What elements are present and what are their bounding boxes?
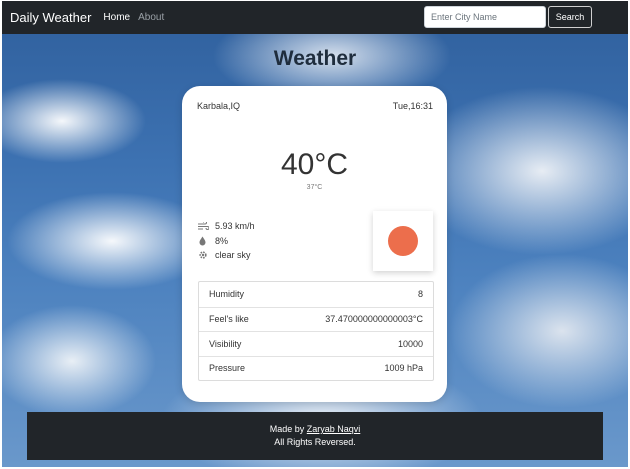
row-value: 8 bbox=[417, 289, 423, 300]
weather-stats: 5.93 km/h 8% clear sky bbox=[198, 219, 255, 263]
city-search-input[interactable] bbox=[424, 6, 546, 28]
wind-stat: 5.93 km/h bbox=[198, 219, 255, 234]
footer: Made by Zaryab Naqvi All Rights Reversed… bbox=[27, 412, 603, 460]
page-frame: Daily Weather Home About Search Weather … bbox=[2, 1, 628, 467]
navbar: Daily Weather Home About Search bbox=[2, 1, 628, 34]
row-label: Humidity bbox=[209, 289, 245, 300]
feels-like-short: 37°C bbox=[306, 184, 323, 191]
temperature-value: 40°C bbox=[280, 148, 349, 181]
search-button[interactable]: Search bbox=[548, 6, 592, 28]
table-row: Pressure 1009 hPa bbox=[199, 355, 433, 381]
humidity-stat: 8% bbox=[198, 234, 255, 249]
weather-description: clear sky bbox=[215, 250, 251, 261]
row-value: 1009 hPa bbox=[384, 363, 423, 374]
author-link[interactable]: Zaryab Naqvi bbox=[307, 424, 361, 434]
row-label: Visibility bbox=[209, 338, 242, 349]
table-row: Humidity 8 bbox=[199, 282, 433, 307]
nav-link-about[interactable]: About bbox=[138, 12, 164, 23]
row-value: 10000 bbox=[397, 338, 423, 349]
page-title: Weather bbox=[273, 47, 357, 70]
details-table: Humidity 8 Feel's like 37.47000000000000… bbox=[198, 281, 434, 381]
datetime-label: Tue,16:31 bbox=[392, 101, 433, 111]
row-value: 37.470000000000003°C bbox=[325, 314, 423, 325]
footer-credit: Made by Zaryab Naqvi bbox=[27, 423, 603, 436]
humidity-percent: 8% bbox=[215, 235, 229, 246]
table-row: Feel's like 37.470000000000003°C bbox=[199, 306, 433, 332]
weather-icon-box bbox=[373, 211, 433, 271]
row-label: Feel's like bbox=[209, 314, 249, 325]
weather-card: Karbala,IQ Tue,16:31 40°C 37°C 5.93 km/h… bbox=[182, 86, 447, 402]
table-row: Visibility 10000 bbox=[199, 331, 433, 356]
settings-icon bbox=[198, 250, 210, 260]
wind-icon bbox=[198, 221, 210, 231]
clear-sky-icon bbox=[388, 226, 418, 256]
nav-link-home[interactable]: Home bbox=[103, 12, 130, 23]
location-label: Karbala,IQ bbox=[197, 101, 241, 111]
row-label: Pressure bbox=[209, 363, 246, 374]
droplet-icon bbox=[198, 236, 210, 246]
description-stat: clear sky bbox=[198, 248, 255, 263]
made-by-label: Made by bbox=[269, 424, 305, 434]
brand-link[interactable]: Daily Weather bbox=[10, 10, 91, 25]
footer-rights: All Rights Reversed. bbox=[274, 437, 356, 447]
wind-speed: 5.93 km/h bbox=[215, 221, 255, 232]
